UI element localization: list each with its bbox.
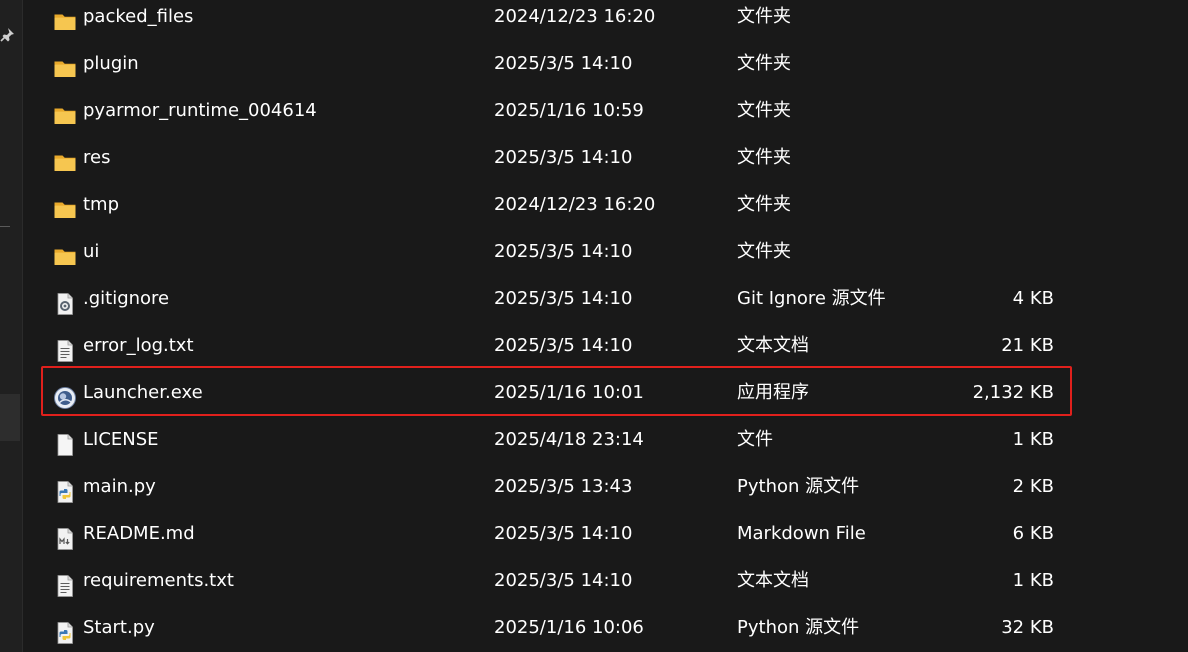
file-date-modified: 2025/3/5 14:10 — [494, 570, 633, 591]
file-name: LICENSE — [83, 429, 159, 450]
text-file-icon — [53, 334, 77, 362]
file-size: 32 KB — [1001, 617, 1054, 638]
file-name: .gitignore — [83, 288, 170, 309]
folder-icon — [53, 5, 77, 30]
file-size: 6 KB — [1012, 523, 1054, 544]
file-type: Git Ignore 源文件 — [737, 288, 886, 309]
file-row[interactable]: tmp 2024/12/23 16:20 文件夹 — [22, 181, 1188, 228]
file-name: pyarmor_runtime_004614 — [83, 100, 317, 121]
config-file-icon — [53, 287, 77, 315]
file-type: 应用程序 — [737, 382, 809, 403]
file-row[interactable]: requirements.txt 2025/3/5 14:10 文本文档 1 KB — [22, 557, 1188, 604]
file-date-modified: 2025/3/5 14:10 — [494, 288, 633, 309]
file-size: 21 KB — [1001, 335, 1054, 356]
file-row[interactable]: res 2025/3/5 14:10 文件夹 — [22, 134, 1188, 181]
file-row[interactable]: ui 2025/3/5 14:10 文件夹 — [22, 228, 1188, 275]
file-type: 文件夹 — [737, 147, 791, 168]
file-date-modified: 2025/1/16 10:59 — [494, 100, 644, 121]
pin-icon[interactable] — [0, 26, 18, 44]
file-type: Python 源文件 — [737, 617, 860, 638]
markdown-file-icon — [53, 522, 77, 550]
python-file-icon — [53, 475, 77, 503]
file-name: main.py — [83, 476, 156, 497]
blank-file-icon — [53, 428, 77, 456]
file-type: 文件夹 — [737, 6, 791, 27]
text-file-icon — [53, 569, 77, 597]
file-list: packed_files 2024/12/23 16:20 文件夹 plugin 202… — [22, 0, 1188, 651]
file-type: 文件夹 — [737, 241, 791, 262]
file-type: Markdown File — [737, 523, 866, 544]
file-date-modified: 2025/4/18 23:14 — [494, 429, 644, 450]
file-date-modified: 2025/3/5 14:10 — [494, 53, 633, 74]
file-type: 文件夹 — [737, 194, 791, 215]
file-explorer-window: packed_files 2024/12/23 16:20 文件夹 plugin 202… — [0, 0, 1188, 652]
file-size: 2,132 KB — [972, 382, 1054, 403]
navigation-pane-edge — [0, 0, 23, 652]
file-size: 4 KB — [1012, 288, 1054, 309]
folder-icon — [53, 146, 77, 171]
file-size: 1 KB — [1012, 570, 1054, 591]
file-name: Start.py — [83, 617, 155, 638]
file-name: error_log.txt — [83, 335, 194, 356]
file-row[interactable]: .gitignore 2025/3/5 14:10 Git Ignore 源文件 4 … — [22, 275, 1188, 322]
file-row[interactable]: pyarmor_runtime_004614 2025/1/16 10:59 文件夹 — [22, 87, 1188, 134]
python-file-icon — [53, 616, 77, 644]
file-date-modified: 2025/3/5 14:10 — [494, 523, 633, 544]
file-row[interactable]: packed_files 2024/12/23 16:20 文件夹 — [22, 0, 1188, 40]
file-row[interactable]: Launcher.exe 2025/1/16 10:01 应用程序 2,132 KB — [22, 369, 1188, 416]
file-name: requirements.txt — [83, 570, 234, 591]
file-row[interactable]: Start.py 2025/1/16 10:06 Python 源文件 32 KB — [22, 604, 1188, 651]
file-row[interactable]: LICENSE 2025/4/18 23:14 文件 1 KB — [22, 416, 1188, 463]
file-row[interactable]: README.md 2025/3/5 14:10 Markdown File 6 KB — [22, 510, 1188, 557]
file-date-modified: 2024/12/23 16:20 — [494, 194, 656, 215]
file-type: 文本文档 — [737, 570, 809, 591]
file-size: 1 KB — [1012, 429, 1054, 450]
file-type: 文件 — [737, 429, 773, 450]
file-name: README.md — [83, 523, 195, 544]
file-date-modified: 2025/3/5 14:10 — [494, 335, 633, 356]
file-name: packed_files — [83, 6, 194, 27]
file-name: res — [83, 147, 111, 168]
file-type: Python 源文件 — [737, 476, 860, 497]
file-type: 文件夹 — [737, 100, 791, 121]
file-date-modified: 2025/3/5 13:43 — [494, 476, 633, 497]
navigation-divider — [0, 226, 10, 227]
folder-icon — [53, 99, 77, 124]
file-type: 文件夹 — [737, 53, 791, 74]
file-date-modified: 2025/1/16 10:01 — [494, 382, 644, 403]
file-date-modified: 2024/12/23 16:20 — [494, 6, 656, 27]
folder-icon — [53, 52, 77, 77]
file-date-modified: 2025/3/5 14:10 — [494, 147, 633, 168]
file-row[interactable]: plugin 2025/3/5 14:10 文件夹 — [22, 40, 1188, 87]
folder-icon — [53, 240, 77, 265]
file-size: 2 KB — [1012, 476, 1054, 497]
file-row[interactable]: error_log.txt 2025/3/5 14:10 文本文档 21 KB — [22, 322, 1188, 369]
navigation-selected-item[interactable] — [0, 394, 20, 441]
file-name: ui — [83, 241, 100, 262]
file-date-modified: 2025/1/16 10:06 — [494, 617, 644, 638]
file-date-modified: 2025/3/5 14:10 — [494, 241, 633, 262]
file-name: Launcher.exe — [83, 382, 203, 403]
file-name: plugin — [83, 53, 139, 74]
app-icon — [53, 381, 77, 409]
file-name: tmp — [83, 194, 120, 215]
folder-icon — [53, 193, 77, 218]
file-row[interactable]: main.py 2025/3/5 13:43 Python 源文件 2 KB — [22, 463, 1188, 510]
file-type: 文本文档 — [737, 335, 809, 356]
